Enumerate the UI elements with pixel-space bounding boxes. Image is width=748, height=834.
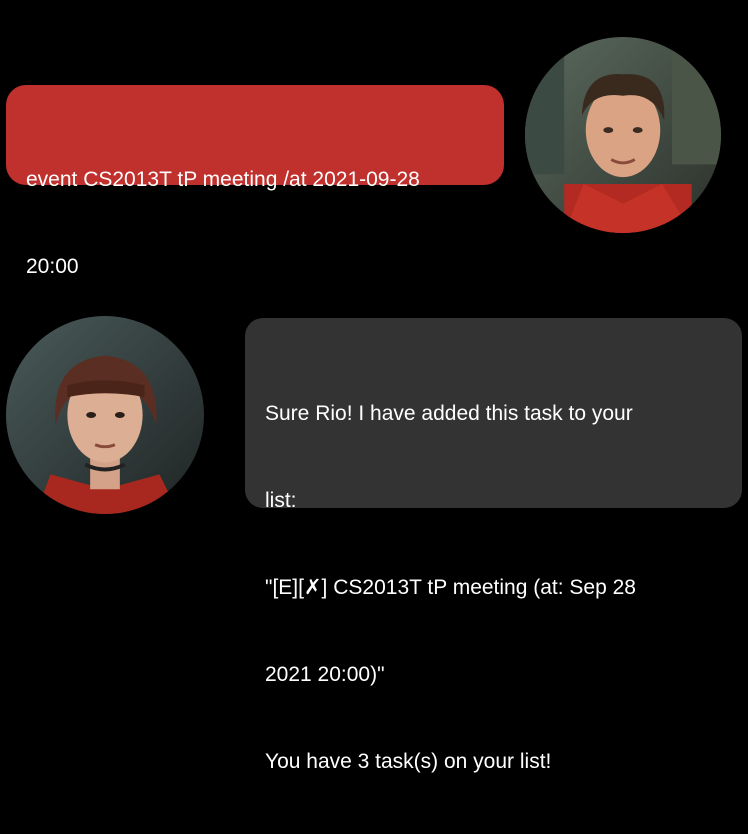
user-avatar <box>525 37 721 233</box>
user-message-bubble: event CS2013T tP meeting /at 2021-09-28 … <box>6 85 504 278</box>
bot-message-line: 2021 20:00)" <box>265 663 385 686</box>
bot-message-line: "[E][✗] CS2013T tP meeting (at: Sep 28 <box>265 576 636 599</box>
bot-avatar-photo <box>6 316 204 514</box>
user-message-line: event CS2013T tP meeting /at 2021-09-28 <box>26 168 420 191</box>
user-avatar-photo <box>525 37 721 233</box>
user-message-line: 20:00 <box>26 255 79 278</box>
bot-message-line: You have 3 task(s) on your list! <box>265 750 552 773</box>
bot-message-bubble: Sure Rio! I have added this task to your… <box>245 318 742 773</box>
bot-message-line: list: <box>265 489 297 512</box>
bot-message-line: Sure Rio! I have added this task to your <box>265 402 633 425</box>
bot-avatar <box>6 316 204 514</box>
